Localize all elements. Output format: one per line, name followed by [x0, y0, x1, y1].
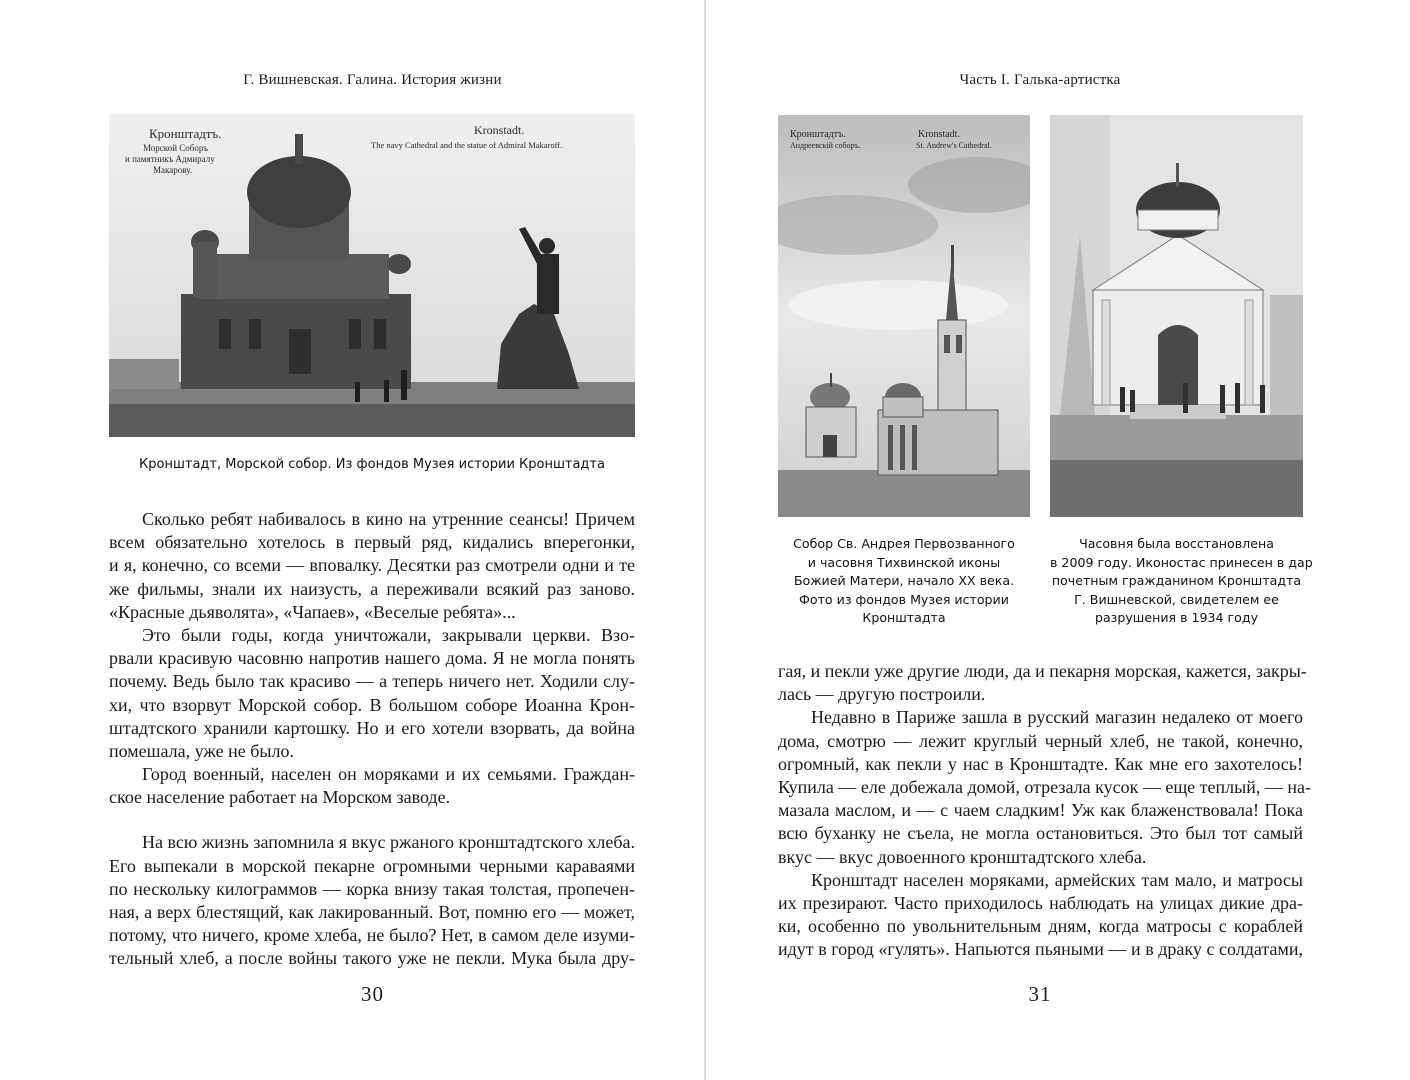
right-page: Часть I. Галька-артистка Кронштадтъ. Анд… [707, 0, 1410, 1080]
postcard-title-en: Kronstadt. [918, 129, 960, 140]
caption-line: в 2009 году. Иконостас принесен в дар [1050, 554, 1313, 570]
photo-caption-right: Часовня была восстановлена в 2009 году. … [1050, 535, 1313, 628]
photo-caption: Кронштадт, Морской собор. Из фондов Музе… [139, 457, 605, 472]
postcard-title-ru: Кронштадтъ. [790, 129, 846, 140]
text-line: ки, особенно по увольнительным дням, ког… [778, 916, 1303, 937]
text-line: всю буханку не съела, не могла остановит… [778, 823, 1303, 844]
postcard-line: Макарову. [153, 165, 192, 175]
text-line: гая, и пекли уже другие люди, да и пекар… [778, 661, 1307, 681]
left-page: Г. Вишневская. Галина. История жизни Кро… [0, 0, 705, 1080]
st-andrew-cathedral-postcard-photo: Кронштадтъ. Андреевскій соборъ. Kronstad… [778, 115, 1030, 517]
caption-line: Собор Св. Андрея Первозванного [793, 536, 1015, 551]
book-gutter [704, 0, 706, 1080]
postcard-line: Морской Соборъ [143, 143, 208, 153]
postcard-line: и памятникъ Адмиралу [125, 154, 215, 164]
text-line: мазала маслом, и — с чаем сладким! Уж ка… [778, 800, 1303, 821]
text-line: Купила — еле добежала домой, отрезала ку… [778, 776, 1311, 797]
text-line: Сколько ребят набивалось в кино на утрен… [142, 509, 635, 529]
st-andrew-cathedral-image: Кронштадтъ. Андреевскій соборъ. Kronstad… [778, 115, 1030, 517]
text-line: по нескольку килограммов — корка внизу т… [109, 878, 635, 899]
body-text: гая, и пекли уже другие люди, да и пекар… [778, 660, 1311, 961]
text-line: почему. Ведь было так красиво — а теперь… [109, 671, 635, 692]
text-line: потому, что ничего, кроме хлеба, не было… [109, 925, 635, 946]
caption-line: Фото из фондов Музея истории [799, 591, 1009, 607]
postcard-line: Андреевскій соборъ. [790, 141, 861, 150]
running-head: Часть I. Галька-артистка [959, 72, 1121, 88]
text-line: Город военный, населен он моряками и их … [142, 764, 635, 785]
text-line: «Красные дьяволята», «Чапаев», «Веселые … [109, 601, 516, 622]
running-head: Г. Вишневская. Галина. История жизни [243, 72, 502, 88]
page-number: 30 [361, 982, 384, 1006]
text-line: Недавно в Париже зашла в русский магазин… [811, 707, 1303, 728]
section-break [109, 809, 635, 831]
text-line: хи, что взорвут Морской собор. В большом… [109, 694, 635, 715]
naval-cathedral-image: Кронштадтъ. Морской Соборъ и памятникъ А… [109, 114, 635, 437]
caption-line: Кронштадта [862, 610, 946, 626]
caption-line: Г. Вишневской, свидетелем ее [1074, 591, 1279, 607]
text-line: ная, а верх блестящий, как лакированный.… [109, 902, 635, 922]
text-line: огромный, как пекли у нас в Кронштадте. … [778, 753, 1303, 774]
postcard-title-ru: Кронштадтъ. [149, 126, 222, 141]
text-line: Его выпекали в морской пекарне огромными… [109, 855, 635, 876]
postcard-line: The navy Cathedral and the statue of Adm… [371, 140, 562, 150]
cathedral-postcard-photo: Кронштадтъ. Морской Соборъ и памятникъ А… [109, 114, 635, 437]
caption-line: почетным гражданином Кронштадта [1051, 573, 1302, 589]
text-line: вкус — вкус довоенного кронштадтского хл… [778, 846, 1147, 867]
text-line: ское население работает на Морском завод… [109, 787, 451, 808]
text-line: помешала, уже не было. [109, 740, 294, 761]
text-line: рвали красивую часовню напротив нашего д… [109, 648, 635, 669]
text-line: Это были годы, когда уничтожали, закрыва… [142, 624, 635, 645]
text-line: Кронштадт населен моряками, армейских та… [811, 869, 1303, 890]
text-line: идут в город «гулять». Напьются пьяными … [778, 939, 1303, 960]
text-line: и я, конечно, со всеми — вповалку. Десят… [109, 555, 635, 576]
body-text: Сколько ребят набивалось в кино на утрен… [109, 508, 635, 971]
text-line: лась — другую построили. [778, 684, 986, 705]
text-line: тельный хлеб, а после войны такого уже н… [109, 948, 635, 969]
caption-line: Божией Матери, начало XX века. [793, 573, 1015, 589]
restored-chapel-image [1050, 115, 1303, 517]
text-line: всем обязательно хотелось в первый ряд, … [109, 532, 635, 553]
caption-line: Часовня была восстановлена [1079, 536, 1274, 551]
text-line: На всю жизнь запомнила я вкус ржаного кр… [142, 832, 635, 853]
text-line: же фильмы, знали их наизусть, а пережива… [109, 578, 635, 599]
text-line: дома, смотрю — лежит круглый черный хлеб… [778, 730, 1303, 751]
chapel-photo [1050, 115, 1303, 517]
postcard-title-en: Kronstadt. [474, 123, 524, 137]
caption-line: и часовня Тихвинской иконы [807, 554, 1001, 570]
photo-caption-left: Собор Св. Андрея Первозванного и часовня… [778, 535, 1030, 628]
text-line: штадтского хранили картошку. Но и его хо… [109, 717, 635, 738]
page-number: 31 [1028, 982, 1052, 1006]
text-line: их презирают. Часто приходилось наблюдат… [778, 892, 1303, 913]
caption-line: разрушения в 1934 году [1094, 610, 1259, 626]
postcard-line: St. Andrew's Cathedral. [916, 141, 992, 150]
